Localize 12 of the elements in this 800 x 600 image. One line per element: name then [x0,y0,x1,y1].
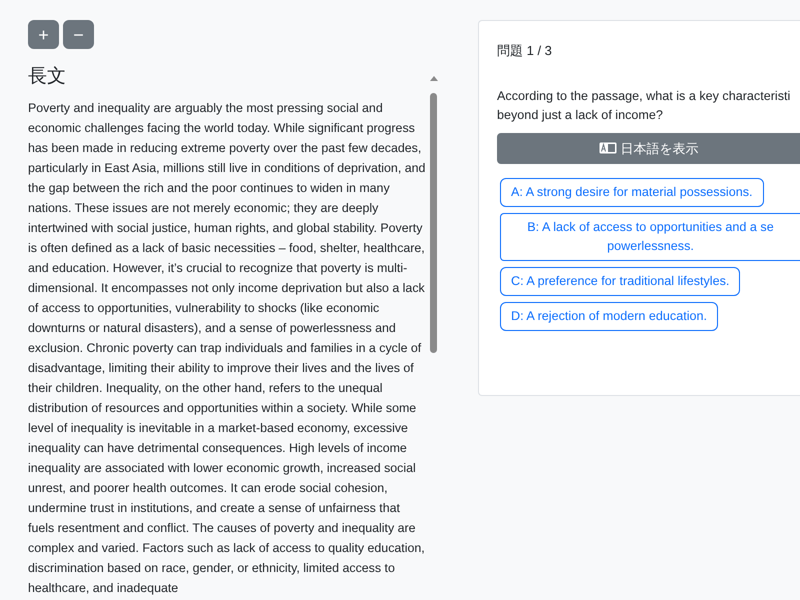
answer-option[interactable]: C: A preference for traditional lifestyles. [500,267,740,296]
passage-title: 長文 [28,65,67,89]
answer-option[interactable]: B: A lack of access to opportunities and a se powerlessness. [500,213,800,261]
question-counter: 問題 1 / 3 [497,42,553,60]
zoom-out-button[interactable]: − [63,20,94,49]
translate-icon [598,142,616,154]
passage-text: Poverty and inequality are arguably the most pressing social and economic challenges facing the world today. While significant progress has been made in reducing extreme poverty over the past few decades, particularly in East Asia, millions still live in conditions of deprivation, and the gap between the rich and the poor continues to widen in many nations. These issues are not merely economic; they are deeply intertwined with social justice, human rights, and global stability. Poverty is often defined as a lack of basic necessities – food, shelter, healthcare, and education. However, it’s crucial to recognize that poverty is multi-dimensional. It encompasses not only income deprivation but also a lack of access to opportunities, vulnerability to shocks (like economic downturns or natural disasters), and a sense of powerlessness and exclusion. Chronic poverty can trap individuals and families in a cycle of disadvantage, limiting their ability to improve their lives and the lives of their children. Inequality, on the other hand, refers to the unequal distribution of resources and opportunities within a society. While some level of inequality is inevitable in a market-based economy, excessive inequality can have detrimental consequences. High levels of income inequality are associated with lower economic growth, increased social unrest, and poorer health outcomes. It can erode social cohesion, undermine trust in institutions, and create a sense of unfairness that fuels resentment and conflict. The causes of poverty and inequality are complex and varied. Factors such as lack of access to quality education, discrimination based on race, gender, or ethnicity, limited access to healthcare, and inadequate [28,100,426,597]
question-text: According to the passage, what is a key characteristi beyond just a lack of income? [497,88,792,124]
show-japanese-button[interactable]: 日本語を表示 [497,132,800,164]
answer-option[interactable]: A: A strong desire for material possessions. [500,178,764,207]
zoom-in-button[interactable]: + [28,20,59,49]
answer-option[interactable]: D: A rejection of modern education. [500,302,718,331]
